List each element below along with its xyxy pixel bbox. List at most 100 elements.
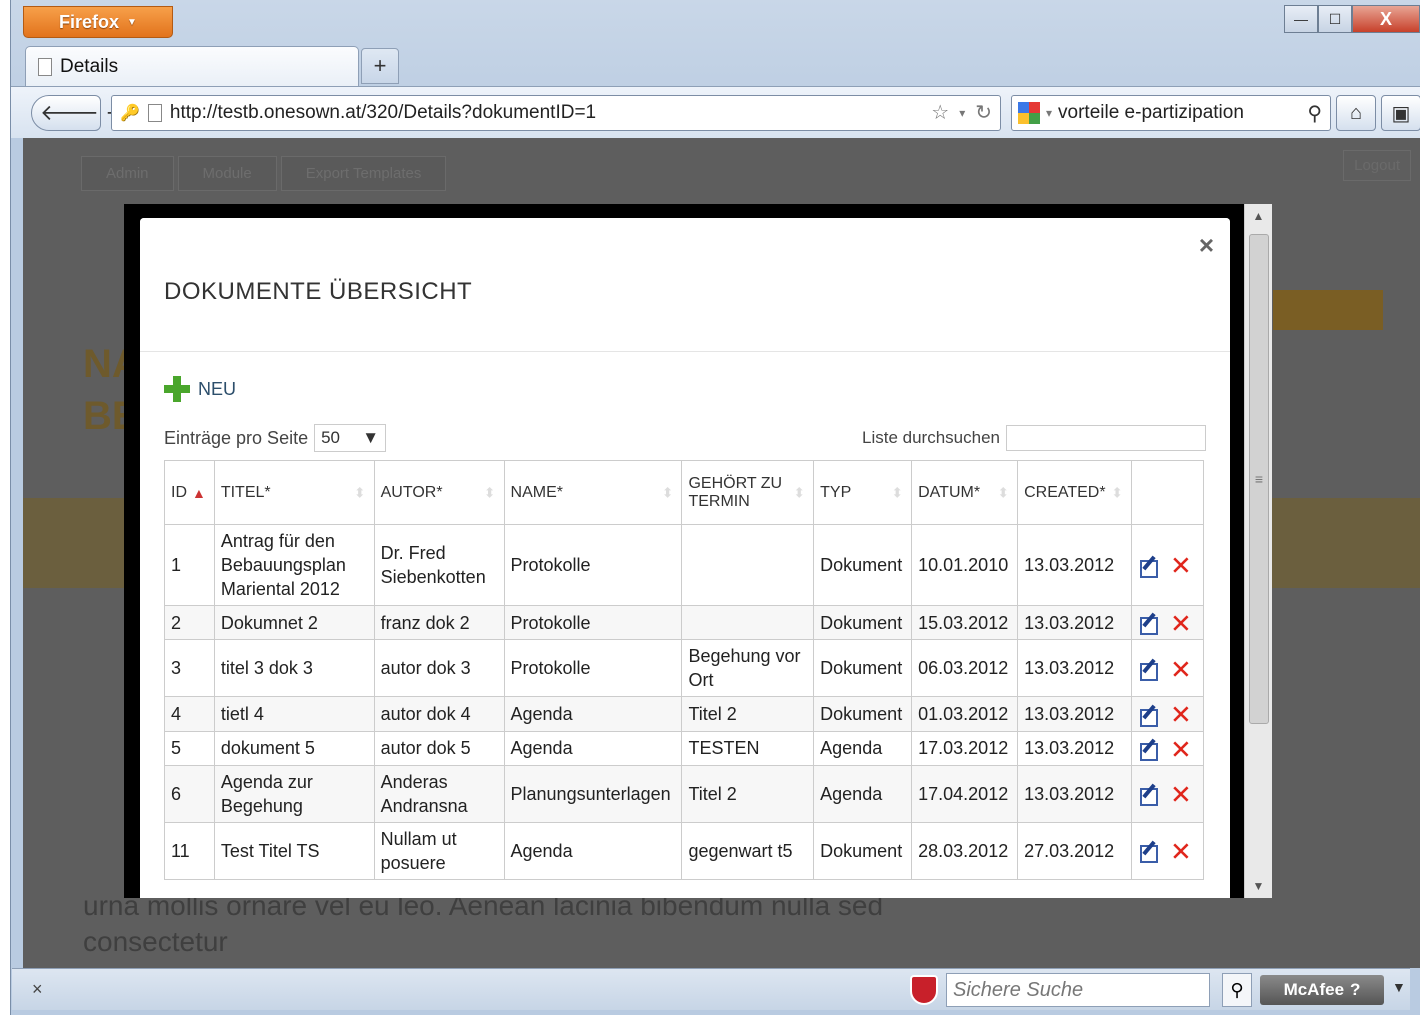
new-document-label: NEU bbox=[198, 378, 237, 399]
column-header-titel[interactable]: TITEL* ⬍ bbox=[213, 460, 375, 525]
delete-icon[interactable]: ✕ bbox=[1170, 654, 1192, 684]
cell-typ: Dokument bbox=[813, 604, 913, 641]
search-engine-icon[interactable] bbox=[1018, 102, 1040, 124]
cell-actions: ✕ bbox=[1130, 821, 1205, 880]
sort-asc-icon: ▲ bbox=[191, 484, 206, 501]
help-icon[interactable]: ? bbox=[1350, 980, 1360, 1000]
bg-tab-module: Module bbox=[177, 156, 277, 191]
column-header-id[interactable]: ID ▲ bbox=[164, 460, 215, 525]
table-row[interactable]: 11 Test Titel TS Nullam ut posuere Agenda ge… bbox=[164, 821, 1205, 880]
column-header-termin[interactable]: GEHÖRT ZU TERMIN ⬍ bbox=[681, 460, 815, 525]
cell-datum: 28.03.2012 bbox=[911, 821, 1019, 880]
close-window-button[interactable]: X bbox=[1352, 5, 1420, 33]
search-bar[interactable]: ▾ vorteile e-partizipation ⚲ bbox=[1011, 95, 1331, 131]
list-search-input[interactable] bbox=[1006, 425, 1206, 451]
table-row[interactable]: 5 dokument 5 autor dok 5 Agenda TESTEN Agenda… bbox=[164, 730, 1205, 766]
new-document-button[interactable]: NEU bbox=[164, 376, 1206, 402]
cell-termin: TESTEN bbox=[681, 730, 815, 766]
chevron-down-icon: ▼ bbox=[362, 428, 380, 447]
browser-tab[interactable]: Details bbox=[25, 46, 359, 86]
new-tab-button[interactable]: + bbox=[361, 48, 399, 84]
cell-titel: tietl 4 bbox=[213, 696, 375, 732]
column-header-autor[interactable]: AUTOR* ⬍ bbox=[373, 460, 505, 525]
cell-name: Protokolle bbox=[503, 524, 683, 606]
modal-title: DOKUMENTE ÜBERSICHT bbox=[164, 278, 473, 305]
modal-header: DOKUMENTE ÜBERSICHT × bbox=[140, 218, 1230, 352]
scroll-up-icon[interactable]: ▲ bbox=[1245, 204, 1272, 228]
cell-typ: Dokument bbox=[813, 696, 913, 732]
column-label: ID bbox=[171, 483, 187, 501]
cell-termin bbox=[681, 524, 815, 606]
column-header-typ[interactable]: TYP ⬍ bbox=[813, 460, 913, 525]
column-label: TITEL* bbox=[220, 483, 271, 501]
column-header-datum[interactable]: DATUM* ⬍ bbox=[911, 460, 1019, 525]
url-bar-actions: ☆ ▾ ↻ bbox=[931, 100, 992, 125]
entries-per-page-select[interactable]: 50 ▼ bbox=[314, 424, 387, 452]
home-button[interactable]: ⌂ bbox=[1336, 95, 1376, 131]
scrollbar-thumb[interactable]: ≡ bbox=[1249, 234, 1269, 724]
chevron-down-icon[interactable]: ▼ bbox=[1392, 979, 1406, 995]
column-header-created[interactable]: CREATED* ⬍ bbox=[1017, 460, 1132, 525]
delete-icon[interactable]: ✕ bbox=[1170, 608, 1192, 638]
cell-datum: 17.03.2012 bbox=[911, 730, 1019, 766]
close-addon-bar-icon[interactable]: × bbox=[32, 979, 43, 1000]
entries-per-page: Einträge pro Seite 50 ▼ bbox=[164, 424, 387, 452]
edit-icon[interactable] bbox=[1138, 784, 1158, 807]
edit-icon[interactable] bbox=[1138, 739, 1158, 761]
cell-autor: autor dok 4 bbox=[373, 696, 505, 732]
scroll-down-icon[interactable]: ▼ bbox=[1245, 874, 1272, 898]
tab-title: Details bbox=[60, 55, 119, 77]
table-row[interactable]: 1 Antrag für den Bebauungsplan Mariental … bbox=[164, 524, 1205, 606]
column-label: CREATED* bbox=[1024, 483, 1106, 501]
mcafee-shield-icon[interactable] bbox=[910, 975, 938, 1005]
close-icon[interactable]: × bbox=[1199, 230, 1214, 261]
search-icon[interactable]: ⚲ bbox=[1222, 973, 1252, 1007]
list-search-label: Liste durchsuchen bbox=[862, 428, 1000, 447]
table-row[interactable]: 4 tietl 4 autor dok 4 Agenda Titel 2 Dokument… bbox=[164, 696, 1205, 732]
cell-autor: franz dok 2 bbox=[373, 604, 505, 641]
minimize-button[interactable]: — bbox=[1284, 5, 1318, 33]
mcafee-button[interactable]: McAfee ? bbox=[1260, 975, 1384, 1005]
table-row[interactable]: 6 Agenda zur Begehung Anderas Andransna Pla… bbox=[164, 764, 1205, 823]
table-row[interactable]: 3 titel 3 dok 3 autor dok 3 Protokolle Begeh… bbox=[164, 639, 1205, 698]
cell-datum: 17.04.2012 bbox=[911, 764, 1019, 823]
reload-icon[interactable]: ↻ bbox=[975, 100, 992, 125]
edit-icon[interactable] bbox=[1138, 841, 1158, 864]
table-row[interactable]: 2 Dokumnet 2 franz dok 2 Protokolle Dokument… bbox=[164, 604, 1205, 641]
edit-icon[interactable] bbox=[1138, 613, 1158, 636]
edit-icon[interactable] bbox=[1138, 556, 1158, 578]
table-header-row: ID ▲ TITEL* ⬍ AUTOR* ⬍ NAME* ⬍ GEHÖRT ZU TER… bbox=[164, 460, 1205, 525]
column-label: GEHÖRT ZU TERMIN bbox=[688, 474, 783, 510]
vertical-scrollbar[interactable]: ▲ ≡ ▼ bbox=[1244, 204, 1272, 898]
firefox-menu-button[interactable]: Firefox ▼ bbox=[23, 6, 173, 38]
back-arrow-icon[interactable]: 🡐 bbox=[40, 100, 99, 126]
dropdown-icon[interactable]: ▾ bbox=[959, 106, 965, 120]
dropdown-icon[interactable]: ▾ bbox=[1046, 106, 1052, 120]
column-header-name[interactable]: NAME* ⬍ bbox=[503, 460, 683, 525]
delete-icon[interactable]: ✕ bbox=[1170, 836, 1192, 866]
delete-icon[interactable]: ✕ bbox=[1170, 551, 1192, 581]
site-identity-icon[interactable]: 🔑 bbox=[120, 103, 140, 123]
addon-button[interactable]: ▣ bbox=[1381, 95, 1420, 131]
delete-icon[interactable]: ✕ bbox=[1170, 734, 1192, 764]
cell-termin: gegenwart t5 bbox=[681, 821, 815, 880]
cell-titel: Agenda zur Begehung bbox=[213, 764, 375, 823]
column-label: TYP bbox=[820, 483, 852, 501]
cell-actions: ✕ bbox=[1130, 604, 1205, 641]
window-controls: — ☐ X bbox=[1284, 5, 1420, 33]
caret-down-icon: ▼ bbox=[127, 16, 137, 28]
url-bar[interactable]: 🔑 http://testb.onesown.at/320/Details?do… bbox=[111, 95, 1001, 131]
cell-autor: Nullam ut posuere bbox=[373, 821, 505, 880]
url-text: http://testb.onesown.at/320/Details?doku… bbox=[169, 102, 597, 123]
delete-icon[interactable]: ✕ bbox=[1170, 700, 1192, 730]
edit-icon[interactable] bbox=[1138, 705, 1158, 727]
safe-search-input[interactable]: Sichere Suche bbox=[946, 973, 1210, 1007]
edit-icon[interactable] bbox=[1138, 659, 1158, 681]
bookmark-star-icon[interactable]: ☆ bbox=[931, 100, 949, 125]
search-icon[interactable]: ⚲ bbox=[1307, 101, 1322, 126]
cell-autor: autor dok 5 bbox=[373, 730, 505, 766]
page-icon bbox=[38, 57, 52, 76]
cell-id: 3 bbox=[164, 639, 215, 698]
delete-icon[interactable]: ✕ bbox=[1170, 779, 1192, 809]
maximize-button[interactable]: ☐ bbox=[1318, 5, 1352, 33]
